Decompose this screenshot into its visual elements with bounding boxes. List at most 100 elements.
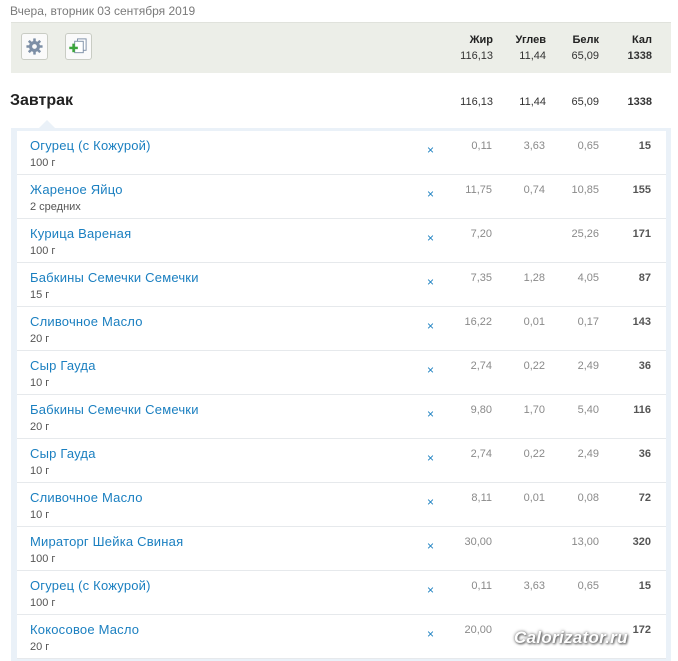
remove-item-button[interactable]: ×: [427, 495, 434, 509]
food-fat: 30,00: [464, 536, 492, 548]
food-row: Сливочное Масло 10 г × 8,11 0,01 0,08 72: [17, 483, 666, 527]
food-amount: 100 г: [30, 245, 56, 257]
food-row: Курица Вареная 100 г × 7,20 25,26 171: [17, 219, 666, 263]
add-item-button[interactable]: [65, 33, 92, 60]
food-name-link[interactable]: Сыр Гауда: [30, 446, 96, 461]
settings-button[interactable]: [21, 33, 48, 60]
food-fat: 2,74: [470, 448, 492, 460]
food-carb: 1,28: [523, 272, 545, 284]
food-amount: 10 г: [30, 465, 50, 477]
remove-item-button[interactable]: ×: [427, 275, 434, 289]
food-carb: 1,70: [523, 404, 545, 416]
food-row: Мираторг Шейка Свиная 100 г × 30,00 13,00 320: [17, 527, 666, 571]
panel-pointer: [38, 120, 56, 129]
food-prot: 10,85: [571, 184, 599, 196]
diary-toolbar: Жир Углев Белк Кал 116,13 11,44 65,09 13…: [11, 22, 671, 73]
remove-item-button[interactable]: ×: [427, 143, 434, 157]
remove-item-button[interactable]: ×: [427, 231, 434, 245]
food-amount: 100 г: [30, 553, 56, 565]
food-carb: 0,01: [523, 492, 545, 504]
food-cal: 171: [632, 228, 651, 240]
food-carb: 3,63: [523, 140, 545, 152]
food-prot: 25,26: [571, 228, 599, 240]
food-row: Сыр Гауда 10 г × 2,74 0,22 2,49 36: [17, 439, 666, 483]
food-name-link[interactable]: Бабкины Семечки Семечки: [30, 270, 199, 285]
food-prot: 2,49: [577, 360, 599, 372]
food-name-link[interactable]: Кокосовое Масло: [30, 622, 139, 637]
food-row: Огурец (с Кожурой) 100 г × 0,11 3,63 0,65 15: [17, 571, 666, 615]
food-carb: 0,22: [523, 360, 545, 372]
food-amount: 15 г: [30, 289, 50, 301]
food-name-link[interactable]: Мираторг Шейка Свиная: [30, 534, 183, 549]
food-amount: 20 г: [30, 641, 50, 653]
food-row: Огурец (с Кожурой) 100 г × 0,11 3,63 0,65 15: [17, 131, 666, 175]
food-prot: 5,40: [577, 404, 599, 416]
food-fat: 0,11: [471, 580, 492, 592]
food-carb: 3,63: [523, 580, 545, 592]
food-row: Сливочное Масло 20 г × 16,22 0,01 0,17 143: [17, 307, 666, 351]
food-name-link[interactable]: Сыр Гауда: [30, 358, 96, 373]
food-amount: 10 г: [30, 377, 50, 389]
food-prot: 13,00: [571, 536, 599, 548]
remove-item-button[interactable]: ×: [427, 363, 434, 377]
food-fat: 9,80: [470, 404, 492, 416]
food-name-link[interactable]: Курица Вареная: [30, 226, 131, 241]
column-header-cal: Кал: [632, 34, 652, 46]
food-fat: 7,20: [470, 228, 492, 240]
food-cal: 320: [632, 536, 651, 548]
food-name-link[interactable]: Огурец (с Кожурой): [30, 578, 151, 593]
food-prot: 2,49: [577, 448, 599, 460]
food-name-link[interactable]: Бабкины Семечки Семечки: [30, 402, 199, 417]
food-cal: 87: [638, 272, 651, 284]
food-list: Огурец (с Кожурой) 100 г × 0,11 3,63 0,65 15 Жа…: [17, 131, 666, 659]
food-fat: 2,74: [470, 360, 492, 372]
food-cal: 143: [632, 316, 651, 328]
remove-item-button[interactable]: ×: [427, 407, 434, 421]
remove-item-button[interactable]: ×: [427, 627, 434, 641]
date-label: Вчера, вторник 03 сентября 2019: [10, 4, 196, 18]
remove-item-button[interactable]: ×: [427, 583, 434, 597]
food-fat: 0,11: [471, 140, 492, 152]
food-prot: 0,08: [577, 492, 599, 504]
food-fat: 7,35: [470, 272, 492, 284]
food-cal: 15: [638, 580, 651, 592]
food-row: Бабкины Семечки Семечки 15 г × 7,35 1,28 4,05…: [17, 263, 666, 307]
food-row: Жареное Яйцо 2 средних × 11,75 0,74 10,85 155: [17, 175, 666, 219]
food-amount: 20 г: [30, 421, 50, 433]
remove-item-button[interactable]: ×: [427, 187, 434, 201]
food-carb: 0,01: [523, 316, 545, 328]
food-row: Бабкины Семечки Семечки 20 г × 9,80 1,70 5,40…: [17, 395, 666, 439]
food-name-link[interactable]: Сливочное Масло: [30, 314, 143, 329]
day-total-cal: 1338: [627, 50, 652, 62]
food-carb: 0,74: [523, 184, 545, 196]
meal-title: Завтрак: [10, 92, 74, 109]
food-fat: 20,00: [464, 624, 492, 636]
food-name-link[interactable]: Сливочное Масло: [30, 490, 143, 505]
food-amount: 20 г: [30, 333, 50, 345]
food-cal: 116: [633, 404, 651, 416]
food-cal: 72: [638, 492, 651, 504]
meal-total-cal: 1338: [627, 96, 652, 108]
food-amount: 10 г: [30, 509, 50, 521]
food-name-link[interactable]: Жареное Яйцо: [30, 182, 123, 197]
food-cal: 15: [638, 140, 651, 152]
remove-item-button[interactable]: ×: [427, 539, 434, 553]
food-prot: 0,65: [577, 140, 599, 152]
food-carb: 0,22: [523, 448, 545, 460]
food-fat: 16,22: [464, 316, 492, 328]
watermark: Calorizator.ru: [514, 628, 628, 647]
food-amount: 100 г: [30, 597, 56, 609]
food-name-link[interactable]: Огурец (с Кожурой): [30, 138, 151, 153]
food-row: Сыр Гауда 10 г × 2,74 0,22 2,49 36: [17, 351, 666, 395]
food-cal: 36: [638, 448, 651, 460]
food-fat: 11,75: [465, 184, 492, 196]
food-amount: 100 г: [30, 157, 56, 169]
food-prot: 0,17: [577, 316, 599, 328]
add-item-icon: [69, 38, 87, 54]
food-prot: 4,05: [577, 272, 599, 284]
remove-item-button[interactable]: ×: [427, 319, 434, 333]
remove-item-button[interactable]: ×: [427, 451, 434, 465]
food-cal: 36: [638, 360, 651, 372]
food-prot: 0,65: [577, 580, 599, 592]
food-amount: 2 средних: [30, 201, 81, 213]
